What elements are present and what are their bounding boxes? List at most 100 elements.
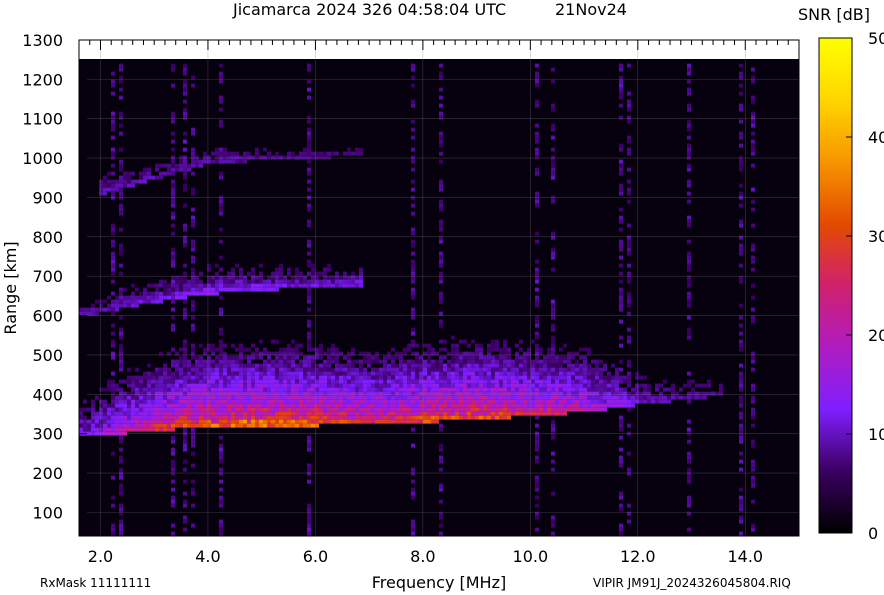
- heatmap-cell: [439, 403, 443, 408]
- heatmap-cell: [443, 407, 447, 412]
- heatmap-cell: [491, 371, 495, 376]
- heatmap-cell: [203, 407, 207, 412]
- heatmap-cell: [567, 391, 571, 396]
- heatmap-cell: [139, 403, 143, 408]
- heatmap-cell: [399, 391, 403, 396]
- heatmap-cell: [511, 363, 515, 368]
- heatmap-cell: [243, 155, 247, 160]
- heatmap-cell: [563, 407, 567, 412]
- heatmap-cell: [551, 355, 555, 360]
- heatmap-cell: [111, 291, 115, 296]
- heatmap-cell: [355, 391, 359, 396]
- heatmap-cell: [359, 399, 363, 404]
- heatmap-cell: [371, 387, 375, 392]
- heatmap-cell: [183, 271, 187, 276]
- heatmap-cell: [203, 403, 207, 408]
- heatmap-cell: [231, 387, 235, 392]
- heatmap-cell: [615, 375, 619, 380]
- heatmap-cell: [435, 383, 439, 388]
- heatmap-cell: [467, 383, 471, 388]
- heatmap-cell: [375, 387, 379, 392]
- heatmap-cell: [479, 343, 483, 348]
- heatmap-cell: [591, 387, 595, 392]
- heatmap-cell: [207, 355, 211, 360]
- heatmap-cell: [551, 323, 555, 328]
- heatmap-cell: [611, 363, 615, 368]
- heatmap-cell: [619, 423, 623, 428]
- heatmap-cell: [443, 415, 447, 420]
- heatmap-cell: [175, 167, 179, 172]
- heatmap-cell: [255, 407, 259, 412]
- heatmap-cell: [135, 403, 139, 408]
- heatmap-cell: [227, 411, 231, 416]
- heatmap-cell: [191, 287, 195, 292]
- heatmap-cell: [163, 291, 167, 296]
- heatmap-cell: [219, 95, 223, 100]
- heatmap-cell: [311, 359, 315, 364]
- heatmap-cell: [227, 355, 231, 360]
- heatmap-cell: [623, 399, 627, 404]
- heatmap-cell: [275, 363, 279, 368]
- heatmap-cell: [191, 159, 195, 164]
- heatmap-cell: [291, 379, 295, 384]
- heatmap-cell: [99, 187, 103, 192]
- heatmap-cell: [171, 131, 175, 136]
- heatmap-cell: [535, 363, 539, 368]
- heatmap-cell: [111, 395, 115, 400]
- heatmap-cell: [235, 367, 239, 372]
- heatmap-cell: [619, 367, 623, 372]
- heatmap-cell: [515, 403, 519, 408]
- heatmap-cell: [119, 519, 123, 524]
- heatmap-cell: [479, 383, 483, 388]
- heatmap-cell: [183, 243, 187, 248]
- heatmap-cell: [183, 131, 187, 136]
- heatmap-cell: [131, 379, 135, 384]
- heatmap-cell: [547, 407, 551, 412]
- heatmap-cell: [451, 343, 455, 348]
- heatmap-cell: [167, 411, 171, 416]
- heatmap-cell: [207, 291, 211, 296]
- heatmap-cell: [327, 267, 331, 272]
- heatmap-cell: [247, 367, 251, 372]
- heatmap-cell: [227, 391, 231, 396]
- heatmap-cell: [551, 315, 555, 320]
- heatmap-cell: [503, 359, 507, 364]
- heatmap-cell: [407, 391, 411, 396]
- heatmap-cell: [751, 387, 755, 392]
- heatmap-cell: [483, 375, 487, 380]
- heatmap-cell: [551, 163, 555, 168]
- heatmap-cell: [675, 391, 679, 396]
- heatmap-cell: [583, 355, 587, 360]
- heatmap-cell: [235, 355, 239, 360]
- heatmap-cell: [231, 395, 235, 400]
- heatmap-cell: [443, 355, 447, 360]
- heatmap-cell: [255, 379, 259, 384]
- heatmap-cell: [311, 419, 315, 424]
- heatmap-cell: [223, 375, 227, 380]
- heatmap-cell: [199, 355, 203, 360]
- heatmap-cell: [111, 403, 115, 408]
- heatmap-cell: [279, 407, 283, 412]
- heatmap-cell: [387, 379, 391, 384]
- heatmap-cell: [619, 459, 623, 464]
- heatmap-cell: [155, 387, 159, 392]
- heatmap-cell: [119, 527, 123, 532]
- heatmap-cell: [231, 155, 235, 160]
- heatmap-cell: [123, 171, 127, 176]
- heatmap-cell: [507, 367, 511, 372]
- heatmap-cell: [183, 111, 187, 116]
- heatmap-cell: [223, 411, 227, 416]
- heatmap-cell: [523, 359, 527, 364]
- heatmap-cell: [459, 407, 463, 412]
- heatmap-cell: [439, 523, 443, 528]
- heatmap-cell: [623, 395, 627, 400]
- heatmap-cell: [183, 347, 187, 352]
- heatmap-cell: [411, 371, 415, 376]
- heatmap-cell: [391, 387, 395, 392]
- heatmap-cell: [95, 299, 99, 304]
- heatmap-cell: [211, 419, 215, 424]
- heatmap-cell: [219, 123, 223, 128]
- heatmap-cell: [587, 367, 591, 372]
- heatmap-cell: [471, 363, 475, 368]
- heatmap-cell: [343, 395, 347, 400]
